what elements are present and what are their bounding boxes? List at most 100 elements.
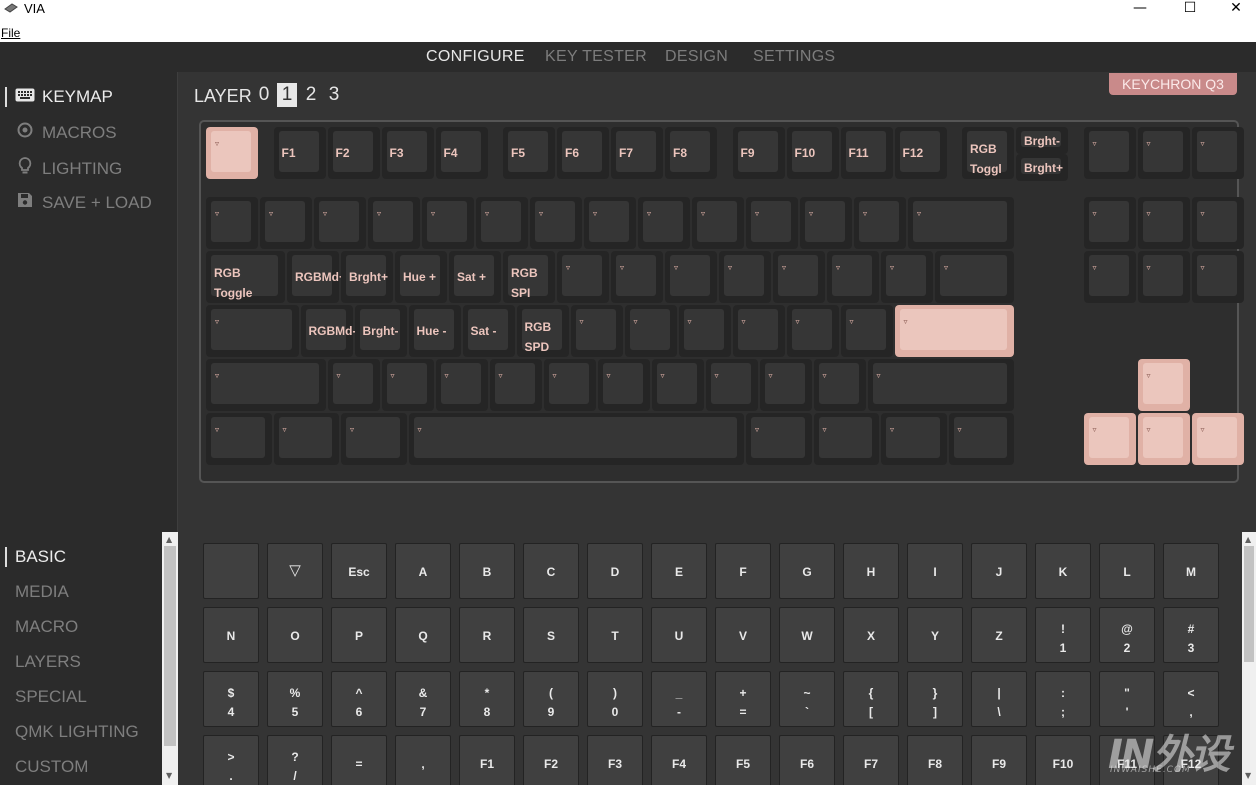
keycode-button[interactable]: K: [1035, 543, 1091, 599]
keycode-button[interactable]: & 7: [395, 671, 451, 727]
keycode-button[interactable]: F5: [715, 735, 771, 785]
keymap-key[interactable]: ▿: [273, 413, 339, 466]
menu-file[interactable]: File: [1, 26, 20, 40]
keymap-key[interactable]: ▿: [786, 305, 839, 358]
keymap-key[interactable]: ▿: [1083, 127, 1136, 179]
keymap-key[interactable]: ▿: [881, 251, 933, 304]
category-layers[interactable]: LAYERS: [15, 652, 81, 672]
keycode-button[interactable]: * 8: [459, 671, 515, 727]
keymap-key[interactable]: ▿: [206, 127, 258, 179]
keymap-key[interactable]: ▿: [935, 251, 1014, 304]
sidebar-item-keymap[interactable]: KEYMAP: [14, 87, 113, 107]
keymap-key[interactable]: ▿: [800, 197, 852, 250]
keycode-button[interactable]: V: [715, 607, 771, 663]
keymap-key[interactable]: F3: [381, 127, 434, 179]
keymap-key[interactable]: F5: [503, 127, 555, 179]
keycode-button[interactable]: ? /: [267, 735, 323, 785]
keycode-button[interactable]: P: [331, 607, 387, 663]
keycode-button[interactable]: % 5: [267, 671, 323, 727]
keymap-key[interactable]: ▿: [1191, 413, 1244, 466]
keycode-button[interactable]: Y: [907, 607, 963, 663]
keymap-key[interactable]: F11: [840, 127, 893, 179]
keycode-button[interactable]: : ;: [1035, 671, 1091, 727]
keycode-button[interactable]: T: [587, 607, 643, 663]
keymap-key[interactable]: Brght-: [354, 305, 407, 358]
keymap-key[interactable]: ▿: [665, 251, 717, 304]
keymap-key[interactable]: F1: [273, 127, 326, 179]
category-scrollbar-thumb[interactable]: [164, 546, 176, 746]
keymap-key[interactable]: ▿: [1137, 413, 1190, 466]
keycode-button[interactable]: Esc: [331, 543, 387, 599]
keymap-key[interactable]: ▿: [881, 413, 947, 466]
keycode-button[interactable]: F2: [523, 735, 579, 785]
keycode-button[interactable]: @ 2: [1099, 607, 1155, 663]
keymap-key[interactable]: ▿: [638, 197, 690, 250]
keymap-key[interactable]: ▿: [948, 413, 1014, 466]
keycode-button[interactable]: [203, 543, 259, 599]
keymap-key[interactable]: ▿: [206, 305, 299, 358]
keymap-key[interactable]: F10: [786, 127, 839, 179]
keymap-key[interactable]: ▿: [813, 359, 866, 412]
tab-configure[interactable]: CONFIGURE: [426, 48, 525, 66]
layer-0-button[interactable]: 0: [254, 83, 274, 107]
keymap-key[interactable]: ▿: [368, 197, 420, 250]
keymap-key[interactable]: ▿: [732, 305, 785, 358]
keymap-key[interactable]: ▿: [435, 359, 488, 412]
keymap-key[interactable]: ▿: [341, 413, 407, 466]
keymap-key[interactable]: ▿: [719, 251, 771, 304]
keycode-button[interactable]: ▽: [267, 543, 323, 599]
keycode-button[interactable]: ( 9: [523, 671, 579, 727]
keycode-button[interactable]: D: [587, 543, 643, 599]
keycode-scrollbar-thumb[interactable]: [1244, 546, 1254, 662]
keymap-key[interactable]: ▿: [543, 359, 596, 412]
keymap-key[interactable]: ▿: [854, 197, 906, 250]
keycode-button[interactable]: > .: [203, 735, 259, 785]
keymap-key[interactable]: ▿: [408, 413, 744, 466]
keycode-button[interactable]: H: [843, 543, 899, 599]
keymap-key[interactable]: Sat +: [449, 251, 501, 304]
keymap-key[interactable]: ▿: [1137, 359, 1190, 412]
keycode-button[interactable]: ^ 6: [331, 671, 387, 727]
keymap-key[interactable]: ▿: [1191, 127, 1244, 179]
keymap-key[interactable]: RGB Toggle: [206, 251, 285, 304]
keycode-button[interactable]: =: [331, 735, 387, 785]
scroll-up-icon[interactable]: ▲: [166, 535, 172, 544]
keycode-button[interactable]: { [: [843, 671, 899, 727]
tab-settings[interactable]: SETTINGS: [753, 48, 835, 66]
keymap-key[interactable]: ▿: [611, 251, 663, 304]
keycode-button[interactable]: F7: [843, 735, 899, 785]
keycode-button[interactable]: O: [267, 607, 323, 663]
keymap-key[interactable]: ▿: [1191, 197, 1244, 250]
keycode-button[interactable]: N: [203, 607, 259, 663]
keymap-key[interactable]: ▿: [1083, 251, 1136, 304]
keycode-button[interactable]: L: [1099, 543, 1155, 599]
keycode-button[interactable]: M: [1163, 543, 1219, 599]
tab-design[interactable]: DESIGN: [665, 48, 728, 66]
keymap-key[interactable]: ▿: [827, 251, 879, 304]
keymap-key[interactable]: ▿: [678, 305, 731, 358]
keymap-key[interactable]: F12: [894, 127, 947, 179]
keycode-button[interactable]: F6: [779, 735, 835, 785]
keymap-key[interactable]: ▿: [867, 359, 1014, 412]
keycode-button[interactable]: E: [651, 543, 707, 599]
keymap-key[interactable]: ▿: [1083, 413, 1136, 466]
keymap-key[interactable]: ▿: [206, 413, 272, 466]
keymap-key[interactable]: RGB Toggl: [962, 127, 1014, 179]
keymap-key[interactable]: ▿: [206, 359, 326, 412]
sidebar-item-lighting[interactable]: LIGHTING: [14, 157, 122, 179]
keymap-key[interactable]: RGBMd-: [300, 305, 357, 358]
category-basic[interactable]: BASIC: [15, 547, 66, 567]
keycode-button[interactable]: B: [459, 543, 515, 599]
keymap-key[interactable]: ▿: [381, 359, 434, 412]
category-qmk-lighting[interactable]: QMK LIGHTING: [15, 722, 139, 742]
maximize-button[interactable]: ☐: [1175, 0, 1205, 18]
scroll-down-icon[interactable]: ▼: [166, 771, 172, 780]
keymap-key[interactable]: ▿: [1083, 197, 1136, 250]
keymap-key[interactable]: Brght-: [1016, 127, 1068, 154]
keymap-key[interactable]: ▿: [327, 359, 380, 412]
keymap-key[interactable]: ▿: [530, 197, 582, 250]
keycode-button[interactable]: U: [651, 607, 707, 663]
keymap-key[interactable]: ▿: [840, 305, 893, 358]
keycode-button[interactable]: I: [907, 543, 963, 599]
keycode-button[interactable]: < ,: [1163, 671, 1219, 727]
